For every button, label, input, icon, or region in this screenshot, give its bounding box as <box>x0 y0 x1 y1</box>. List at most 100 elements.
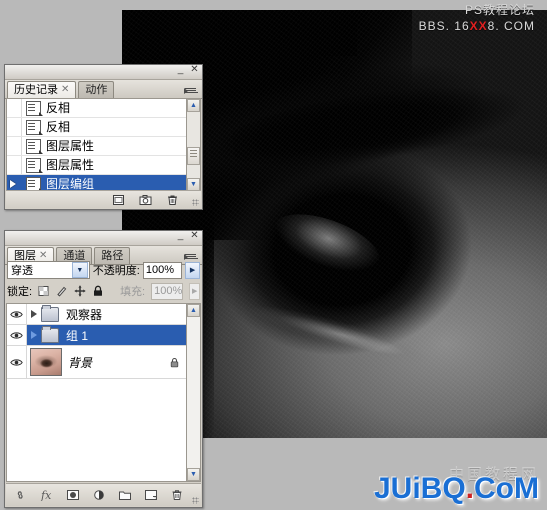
history-state-icon <box>26 119 43 135</box>
history-item[interactable]: 图层属性 <box>7 156 201 175</box>
history-panel[interactable]: _ ✕ 历史记录 ✕ 动作 反相 反相 图层属性 图层属性 图层编组 ▲ ▼ <box>4 64 203 210</box>
history-panel-resize-grip[interactable] <box>192 199 199 206</box>
layer-name: 背景 <box>68 355 93 370</box>
layer-name: 组 1 <box>66 328 89 343</box>
tab-actions-label: 动作 <box>85 84 108 96</box>
history-window-buttons: _ ✕ <box>176 65 199 75</box>
layer-style-fx-icon[interactable]: fx <box>40 489 53 501</box>
close-icon[interactable]: ✕ <box>61 82 69 98</box>
history-tabstrip[interactable]: 历史记录 ✕ 动作 <box>5 80 202 99</box>
history-item-gutter <box>7 137 22 155</box>
link-layers-icon[interactable] <box>14 489 27 501</box>
history-scroll-thumb[interactable] <box>187 147 200 165</box>
watermark-en-dot: . <box>465 472 475 505</box>
opacity-label: 不透明度: <box>92 265 140 277</box>
layers-scrollbar[interactable]: ▲ ▼ <box>186 303 201 482</box>
chevron-right-icon <box>31 331 37 339</box>
layer-row-selected[interactable]: 组 1 <box>7 325 187 346</box>
history-panel-footer <box>6 190 201 208</box>
eye-icon <box>10 358 23 367</box>
adjustment-layer-icon[interactable] <box>92 489 105 501</box>
history-item[interactable]: 反相 <box>7 99 201 118</box>
watermark-bottom-right: 中国教程网 JUiBQ.CoM <box>374 463 539 506</box>
layers-close-button[interactable]: ✕ <box>190 231 199 241</box>
watermark-chinese-name: 中国教程网 <box>448 466 539 483</box>
svg-text:fx: fx <box>40 489 52 501</box>
blend-mode-row: 穿透 ▼ 不透明度: 100% ▶ <box>7 261 200 279</box>
history-item-label: 图层属性 <box>46 158 95 172</box>
fill-input[interactable]: 100% <box>151 282 184 300</box>
history-panel-menu-icon[interactable] <box>184 84 198 97</box>
history-state-icon <box>26 100 43 116</box>
chevron-down-icon[interactable]: ▼ <box>71 262 88 278</box>
layers-panel-titlebar[interactable]: _ ✕ <box>5 231 202 246</box>
lock-label: 锁定: <box>7 286 33 298</box>
new-group-icon[interactable] <box>118 489 131 501</box>
new-layer-icon[interactable] <box>144 489 157 501</box>
watermark-english-name: JUiBQ.CoM <box>374 472 539 506</box>
history-state-icon <box>26 157 43 173</box>
lock-transparency-icon[interactable] <box>38 285 50 297</box>
lock-position-icon[interactable] <box>74 285 86 297</box>
layer-mask-icon[interactable] <box>66 489 79 501</box>
lock-row: 锁定: 填充: 100% ▶ <box>7 282 200 300</box>
history-item[interactable]: 图层属性 <box>7 137 201 156</box>
layer-expand-toggle[interactable] <box>27 310 41 318</box>
delete-state-icon[interactable] <box>166 194 179 206</box>
new-snapshot-icon[interactable] <box>139 194 152 206</box>
eye-icon <box>10 331 23 340</box>
layer-visibility-toggle[interactable] <box>7 346 27 378</box>
history-close-button[interactable]: ✕ <box>190 65 199 75</box>
history-item-label: 反相 <box>46 101 71 115</box>
history-item-gutter <box>7 118 22 136</box>
layer-visibility-toggle[interactable] <box>7 304 27 324</box>
watermark-en-part1: JUiBQ <box>373 472 466 505</box>
layer-thumbnail[interactable] <box>30 348 62 376</box>
history-item-label: 图层属性 <box>46 139 95 153</box>
layer-expand-toggle[interactable] <box>27 331 41 339</box>
layers-minimize-button[interactable]: _ <box>176 231 185 241</box>
history-item-gutter <box>7 99 22 117</box>
layer-list[interactable]: 观察器 组 1 背景 <box>6 303 188 482</box>
eye-icon <box>10 310 23 319</box>
fill-label: 填充: <box>120 286 146 298</box>
layers-panel-resize-grip[interactable] <box>192 497 199 504</box>
blend-mode-select[interactable]: 穿透 ▼ <box>7 261 90 279</box>
tab-history-label: 历史记录 <box>14 84 58 96</box>
chevron-right-icon <box>184 88 188 94</box>
history-item-label: 反相 <box>46 120 71 134</box>
folder-icon <box>41 325 59 343</box>
lock-pixels-icon[interactable] <box>56 285 68 297</box>
fill-slider-arrow-icon[interactable]: ▶ <box>189 282 200 300</box>
history-minimize-button[interactable]: _ <box>176 65 185 75</box>
chevron-right-icon <box>184 254 188 260</box>
history-panel-titlebar[interactable]: _ ✕ <box>5 65 202 80</box>
layer-visibility-toggle[interactable] <box>7 325 27 345</box>
history-state-list[interactable]: 反相 反相 图层属性 图层属性 图层编组 <box>6 98 201 192</box>
watermark-en-part2: CoM <box>474 472 539 505</box>
history-item[interactable]: 反相 <box>7 118 201 137</box>
layers-scroll-up-button[interactable]: ▲ <box>187 304 200 317</box>
layer-row[interactable]: 观察器 <box>7 304 187 325</box>
new-document-from-state-icon[interactable] <box>112 194 125 206</box>
layer-row[interactable]: 背景 <box>7 346 187 379</box>
tab-actions[interactable]: 动作 <box>78 81 115 98</box>
layer-name: 观察器 <box>66 307 103 322</box>
history-item-gutter <box>7 156 22 174</box>
layers-panel[interactable]: _ ✕ 图层 ✕ 通道 路径 穿透 ▼ 不透明度: 100% ▶ 锁定: 填充:… <box>4 230 203 508</box>
delete-layer-icon[interactable] <box>170 489 183 501</box>
history-scroll-up-button[interactable]: ▲ <box>187 99 200 112</box>
tab-history[interactable]: 历史记录 ✕ <box>7 81 77 98</box>
history-state-icon <box>26 138 43 154</box>
opacity-slider-arrow-icon[interactable]: ▶ <box>185 261 200 279</box>
history-scrollbar[interactable]: ▲ ▼ <box>186 98 201 192</box>
lock-all-icon[interactable] <box>92 285 104 297</box>
layers-panel-footer: fx <box>6 483 201 506</box>
layers-scroll-down-button[interactable]: ▼ <box>187 468 200 481</box>
layers-window-buttons: _ ✕ <box>176 231 199 241</box>
blend-mode-value: 穿透 <box>11 265 33 277</box>
layer-locked-icon <box>170 357 179 368</box>
opacity-input[interactable]: 100% <box>142 261 183 279</box>
chevron-right-icon <box>31 310 37 318</box>
folder-icon <box>41 304 59 322</box>
